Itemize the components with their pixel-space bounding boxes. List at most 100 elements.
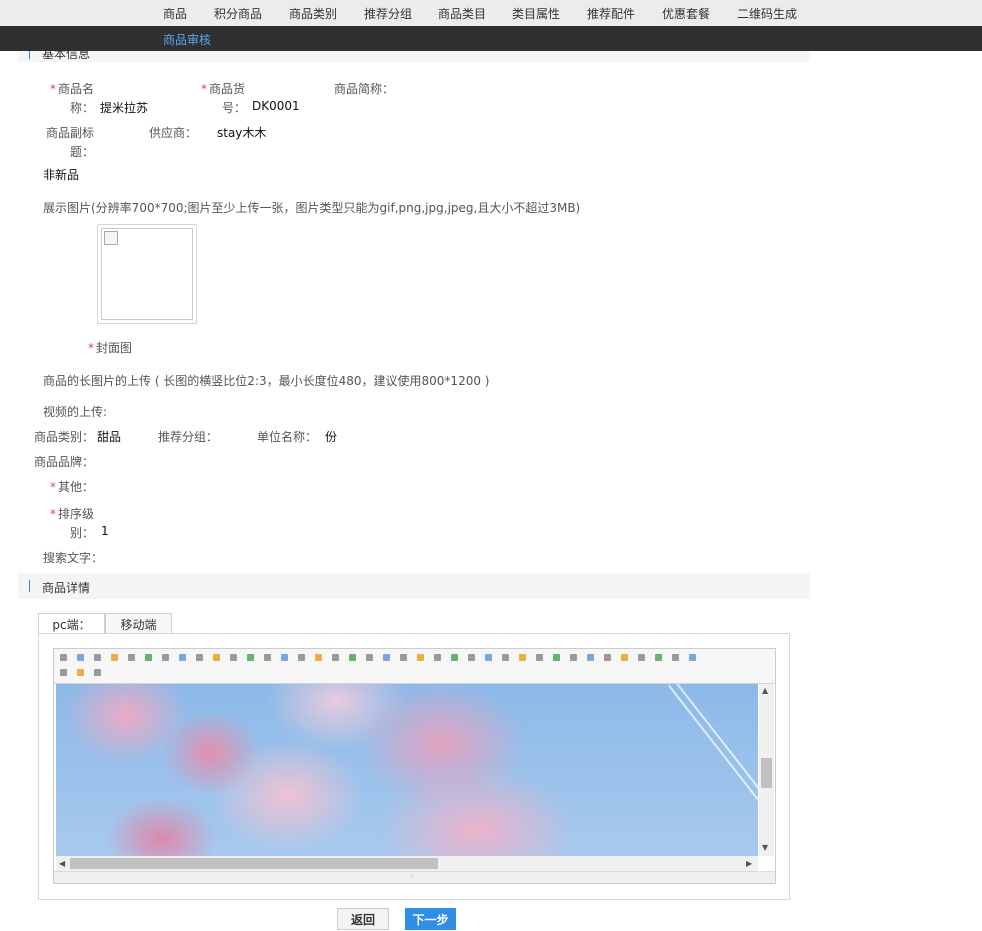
nav-item-product-review-overlay[interactable]: 商品审核 — [163, 31, 211, 48]
subscript-icon[interactable] — [349, 654, 356, 661]
editor-resize-handle[interactable]: ⁘ — [54, 871, 775, 883]
align-right-icon[interactable] — [247, 654, 254, 661]
nav-item-products[interactable]: 商品 — [163, 5, 187, 22]
rich-text-editor: ▲ ▼ ◀ ▶ ⁘ — [53, 648, 776, 884]
pagebreak-icon[interactable] — [689, 654, 696, 661]
nav-item-recommend-accessories[interactable]: 推荐配件 — [587, 5, 635, 22]
strikethrough-icon[interactable] — [570, 654, 577, 661]
font-family-icon[interactable] — [451, 654, 458, 661]
brand-label: 商品品牌： — [34, 455, 95, 469]
anchor-icon[interactable] — [60, 669, 67, 676]
unit-name-label: 单位名称： — [257, 430, 318, 444]
cut-icon[interactable] — [128, 654, 135, 661]
vertical-scrollbar[interactable]: ▲ ▼ — [759, 684, 774, 856]
italic-icon[interactable] — [536, 654, 543, 661]
product-code-label-line1: * 商品货 — [201, 82, 246, 96]
sort-order-label-line2: 别： — [70, 526, 95, 540]
scroll-right-icon[interactable]: ▶ — [746, 860, 752, 868]
nav-item-points-products[interactable]: 积分商品 — [214, 5, 262, 22]
highlight-icon[interactable] — [502, 654, 509, 661]
tab-mobile[interactable]: 移动端 — [105, 613, 172, 634]
indent-icon[interactable] — [315, 654, 322, 661]
top-nav: 商品 积分商品 商品类别 推荐分组 商品类目 类目属性 推荐配件 优惠套餐 二维… — [0, 0, 982, 26]
horizontal-scroll-thumb[interactable] — [70, 858, 438, 869]
insert-file-icon[interactable] — [655, 654, 662, 661]
redo-icon[interactable] — [94, 654, 101, 661]
source-icon[interactable] — [60, 654, 67, 661]
product-name-label-line1: * 商品名 — [50, 82, 95, 96]
nav-item-qrcode[interactable]: 二维码生成 — [737, 5, 797, 22]
superscript-icon[interactable] — [366, 654, 373, 661]
nav-item-category-attributes[interactable]: 类目属性 — [512, 5, 560, 22]
scroll-left-icon[interactable]: ◀ — [59, 860, 65, 868]
unordered-list-icon[interactable] — [298, 654, 305, 661]
nav-item-recommend-groups[interactable]: 推荐分组 — [364, 5, 412, 22]
paste-icon[interactable] — [162, 654, 169, 661]
ordered-list-icon[interactable] — [281, 654, 288, 661]
preview-icon[interactable] — [111, 654, 118, 661]
broken-image-icon — [104, 231, 118, 245]
section-title: 商品详情 — [42, 581, 91, 595]
table-icon[interactable] — [587, 654, 594, 661]
scroll-down-icon[interactable]: ▼ — [762, 844, 768, 852]
align-center-icon[interactable] — [230, 654, 237, 661]
category-label: 商品类别： — [34, 430, 95, 444]
display-image-thumbnail[interactable] — [97, 224, 197, 324]
horizontal-scrollbar[interactable]: ◀ ▶ — [56, 856, 758, 871]
image-contrail — [668, 684, 758, 813]
new-product-flag: 非新品 — [43, 168, 80, 182]
details-header: 商品详情 — [18, 573, 810, 599]
editor-content-area[interactable] — [56, 684, 758, 856]
heading-icon[interactable] — [434, 654, 441, 661]
copy-icon[interactable] — [145, 654, 152, 661]
image-frame — [101, 228, 193, 320]
font-size-icon[interactable] — [468, 654, 475, 661]
unit-name-value: 份 — [325, 430, 338, 444]
subtitle-label-line1: 商品副标 — [46, 126, 95, 140]
undo-icon[interactable] — [77, 654, 84, 661]
unlink-icon[interactable] — [94, 669, 101, 676]
long-image-label: 商品的长图片的上传 ( 长图的横竖比位2:3，最小长度位480，建议使用800*… — [43, 374, 490, 388]
underline-icon[interactable] — [553, 654, 560, 661]
scroll-up-icon[interactable]: ▲ — [762, 687, 768, 695]
media-icon[interactable] — [621, 654, 628, 661]
paste-word-icon[interactable] — [196, 654, 203, 661]
tab-pc[interactable]: pc端： — [38, 613, 105, 634]
nav-item-product-categories[interactable]: 商品类目 — [438, 5, 486, 22]
bold-icon[interactable] — [519, 654, 526, 661]
search-text-label: 搜索文字： — [43, 551, 104, 565]
paste-text-icon[interactable] — [179, 654, 186, 661]
select-icon[interactable] — [417, 654, 424, 661]
product-code-label-line2: 号： — [222, 101, 247, 115]
subtitle-label-line2: 题： — [70, 145, 95, 159]
nav-item-product-types[interactable]: 商品类别 — [289, 5, 337, 22]
editor-toolbar — [54, 649, 775, 684]
vertical-scroll-thumb[interactable] — [761, 758, 772, 788]
outdent-icon[interactable] — [332, 654, 339, 661]
justify-icon[interactable] — [264, 654, 271, 661]
sub-nav-overlay: 商品审核 — [0, 26, 982, 51]
hr-icon[interactable] — [672, 654, 679, 661]
back-button[interactable]: 返回 — [337, 908, 389, 930]
other-label: * 其他： — [50, 480, 95, 494]
supplier-label: 供应商： — [149, 126, 198, 140]
nav-item-discount-packages[interactable]: 优惠套餐 — [662, 5, 710, 22]
product-code-value: DK0001 — [252, 99, 300, 113]
font-color-icon[interactable] — [485, 654, 492, 661]
category-value: 甜品 — [97, 430, 122, 444]
recommend-group-label: 推荐分组： — [158, 430, 219, 444]
flash-icon[interactable] — [638, 654, 645, 661]
clear-format-icon[interactable] — [383, 654, 390, 661]
next-button[interactable]: 下一步 — [405, 908, 456, 930]
sort-order-label-line1: * 排序级 — [50, 507, 95, 521]
link-icon[interactable] — [77, 669, 84, 676]
image-icon[interactable] — [604, 654, 611, 661]
product-name-label-line2: 称： — [70, 101, 95, 115]
cover-label: * 封面图 — [88, 341, 133, 355]
resize-grip-icon[interactable]: ⁘ — [409, 873, 416, 881]
align-left-icon[interactable] — [213, 654, 220, 661]
video-upload-label: 视频的上传: — [43, 405, 108, 419]
sort-order-value: 1 — [101, 524, 109, 538]
display-image-label: 展示图片(分辨率700*700;图片至少上传一张，图片类型只能为gif,png,… — [43, 201, 581, 215]
select-all-icon[interactable] — [400, 654, 407, 661]
